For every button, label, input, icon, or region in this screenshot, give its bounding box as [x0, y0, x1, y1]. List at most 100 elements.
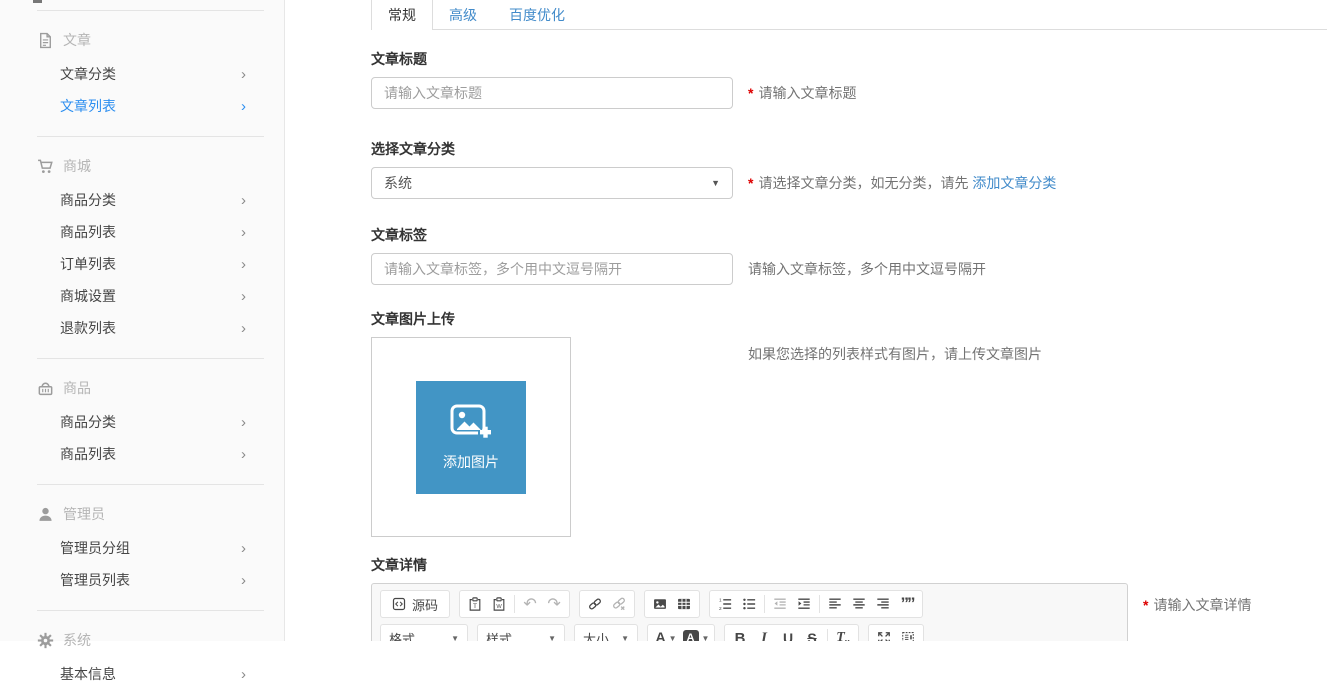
underline-button[interactable]: U [776, 626, 800, 641]
tags-input[interactable] [371, 253, 733, 285]
chevron-right-icon: › [241, 667, 246, 682]
unlink-button[interactable] [607, 592, 631, 616]
chevron-right-icon: › [241, 289, 246, 304]
sidebar-item-goods-category[interactable]: 商品分类 › [0, 184, 284, 216]
blockquote-button[interactable]: ”” [895, 592, 919, 616]
chevron-right-icon: › [241, 541, 246, 556]
dropdown-caret-icon: ▼ [451, 634, 459, 642]
tab-bar: 常规 高级 百度优化 [371, 0, 1327, 30]
bulleted-list-icon [742, 597, 756, 611]
remove-format-button[interactable]: Tx [831, 626, 855, 641]
sidebar-item-article-list[interactable]: 文章列表 › [0, 90, 284, 122]
maximize-button[interactable] [872, 626, 896, 641]
form-row-detail: 文章详情 源码 [371, 555, 1327, 641]
link-icon [588, 597, 602, 611]
title-input[interactable] [371, 77, 733, 109]
image-upload-box: 添加图片 [371, 337, 571, 537]
chevron-right-icon: › [241, 573, 246, 588]
styles-dropdown[interactable]: 样式 ▼ [477, 624, 565, 641]
chevron-right-icon: › [241, 447, 246, 462]
size-dropdown[interactable]: 大小 ▼ [574, 624, 638, 641]
redo-button[interactable]: ↷ [542, 592, 566, 616]
add-category-link[interactable]: 添加文章分类 [972, 175, 1056, 191]
form-row-title: 文章标题 *请输入文章标题 [371, 49, 1327, 109]
text-color-button[interactable]: A ▼ [651, 626, 681, 641]
detail-label: 文章详情 [371, 555, 1327, 575]
sidebar-item-product-category[interactable]: 商品分类 › [0, 406, 284, 438]
background-color-icon: A [683, 630, 699, 641]
chevron-right-icon: › [241, 321, 246, 336]
align-center-icon [852, 597, 866, 611]
tags-label: 文章标签 [371, 225, 1327, 245]
align-center-button[interactable] [847, 592, 871, 616]
sidebar-item-product-list[interactable]: 商品列表 › [0, 438, 284, 470]
paste-as-text-icon: T [468, 597, 482, 611]
indent-icon [797, 597, 811, 611]
paste-as-text-button[interactable]: T [463, 592, 487, 616]
title-note: *请输入文章标题 [748, 83, 856, 103]
sidebar-item-admin-group[interactable]: 管理员分组 › [0, 532, 284, 564]
sidebar-item-admin-list[interactable]: 管理员列表 › [0, 564, 284, 596]
detail-note: *请输入文章详情 [1143, 583, 1251, 615]
sidebar-item-order-list[interactable]: 订单列表 › [0, 248, 284, 280]
align-right-button[interactable] [871, 592, 895, 616]
tab-baidu-seo[interactable]: 百度优化 [493, 0, 581, 29]
sidebar: 文章 文章分类 › 文章列表 › 商城 商品分类 › 商品列表 › 订单列表 ›… [0, 0, 285, 641]
sidebar-item-goods-list[interactable]: 商品列表 › [0, 216, 284, 248]
italic-button[interactable]: I [752, 626, 776, 641]
insert-image-button[interactable] [648, 592, 672, 616]
bulleted-list-button[interactable] [737, 592, 761, 616]
show-blocks-icon [901, 631, 915, 641]
dropdown-caret-icon: ▼ [621, 634, 629, 642]
category-note: *请选择文章分类，如无分类，请先 添加文章分类 [748, 173, 1056, 193]
toolbar-separator [514, 595, 515, 613]
rich-text-editor: 源码 T W ↶ [371, 583, 1128, 641]
undo-button[interactable]: ↶ [518, 592, 542, 616]
numbered-list-button[interactable]: 12 [713, 592, 737, 616]
section-label: 商城 [63, 156, 91, 176]
dropdown-caret-icon: ▼ [548, 634, 556, 642]
link-button[interactable] [583, 592, 607, 616]
source-button[interactable]: 源码 [384, 592, 446, 616]
remove-format-icon: Tx [836, 630, 850, 641]
svg-text:W: W [496, 604, 502, 610]
svg-text:1: 1 [719, 598, 722, 604]
chevron-right-icon: › [241, 67, 246, 82]
insert-table-button[interactable] [672, 592, 696, 616]
strikethrough-button[interactable]: S [800, 626, 824, 641]
show-blocks-button[interactable] [896, 626, 920, 641]
add-image-button[interactable]: 添加图片 [416, 381, 526, 494]
paste-from-word-icon: W [492, 597, 506, 611]
category-select[interactable]: 系统 ▼ [371, 167, 733, 199]
document-icon [37, 32, 54, 49]
sidebar-item-article-category[interactable]: 文章分类 › [0, 58, 284, 90]
tab-advanced[interactable]: 高级 [433, 0, 493, 29]
add-image-icon [449, 403, 493, 443]
image-icon [653, 597, 667, 611]
blockquote-icon: ”” [901, 599, 914, 609]
indent-button[interactable] [792, 592, 816, 616]
tab-general[interactable]: 常规 [371, 0, 433, 30]
bold-button[interactable]: B [728, 626, 752, 641]
required-asterisk: * [1143, 597, 1148, 613]
background-color-button[interactable]: A ▼ [681, 626, 711, 641]
sidebar-section-mall: 商城 [0, 137, 284, 184]
sidebar-item-basic-info[interactable]: 基本信息 › [0, 658, 284, 690]
sidebar-item-mall-settings[interactable]: 商城设置 › [0, 280, 284, 312]
sidebar-item-refund-list[interactable]: 退款列表 › [0, 312, 284, 344]
add-image-button-label: 添加图片 [443, 452, 499, 472]
image-upload-label: 文章图片上传 [371, 309, 1327, 329]
required-asterisk: * [748, 175, 753, 191]
sidebar-section-system: 系统 [0, 611, 284, 658]
tags-note: 请输入文章标签，多个用中文逗号隔开 [748, 259, 986, 279]
chevron-right-icon: › [241, 415, 246, 430]
category-label: 选择文章分类 [371, 139, 1327, 159]
form-row-tags: 文章标签 请输入文章标签，多个用中文逗号隔开 [371, 225, 1327, 285]
category-select-value: 系统 [384, 173, 412, 193]
unlink-icon [612, 597, 626, 611]
paste-from-word-button[interactable]: W [487, 592, 511, 616]
sidebar-section-article: 文章 [0, 11, 284, 58]
format-dropdown[interactable]: 格式 ▼ [380, 624, 468, 641]
outdent-button[interactable] [768, 592, 792, 616]
align-left-button[interactable] [823, 592, 847, 616]
